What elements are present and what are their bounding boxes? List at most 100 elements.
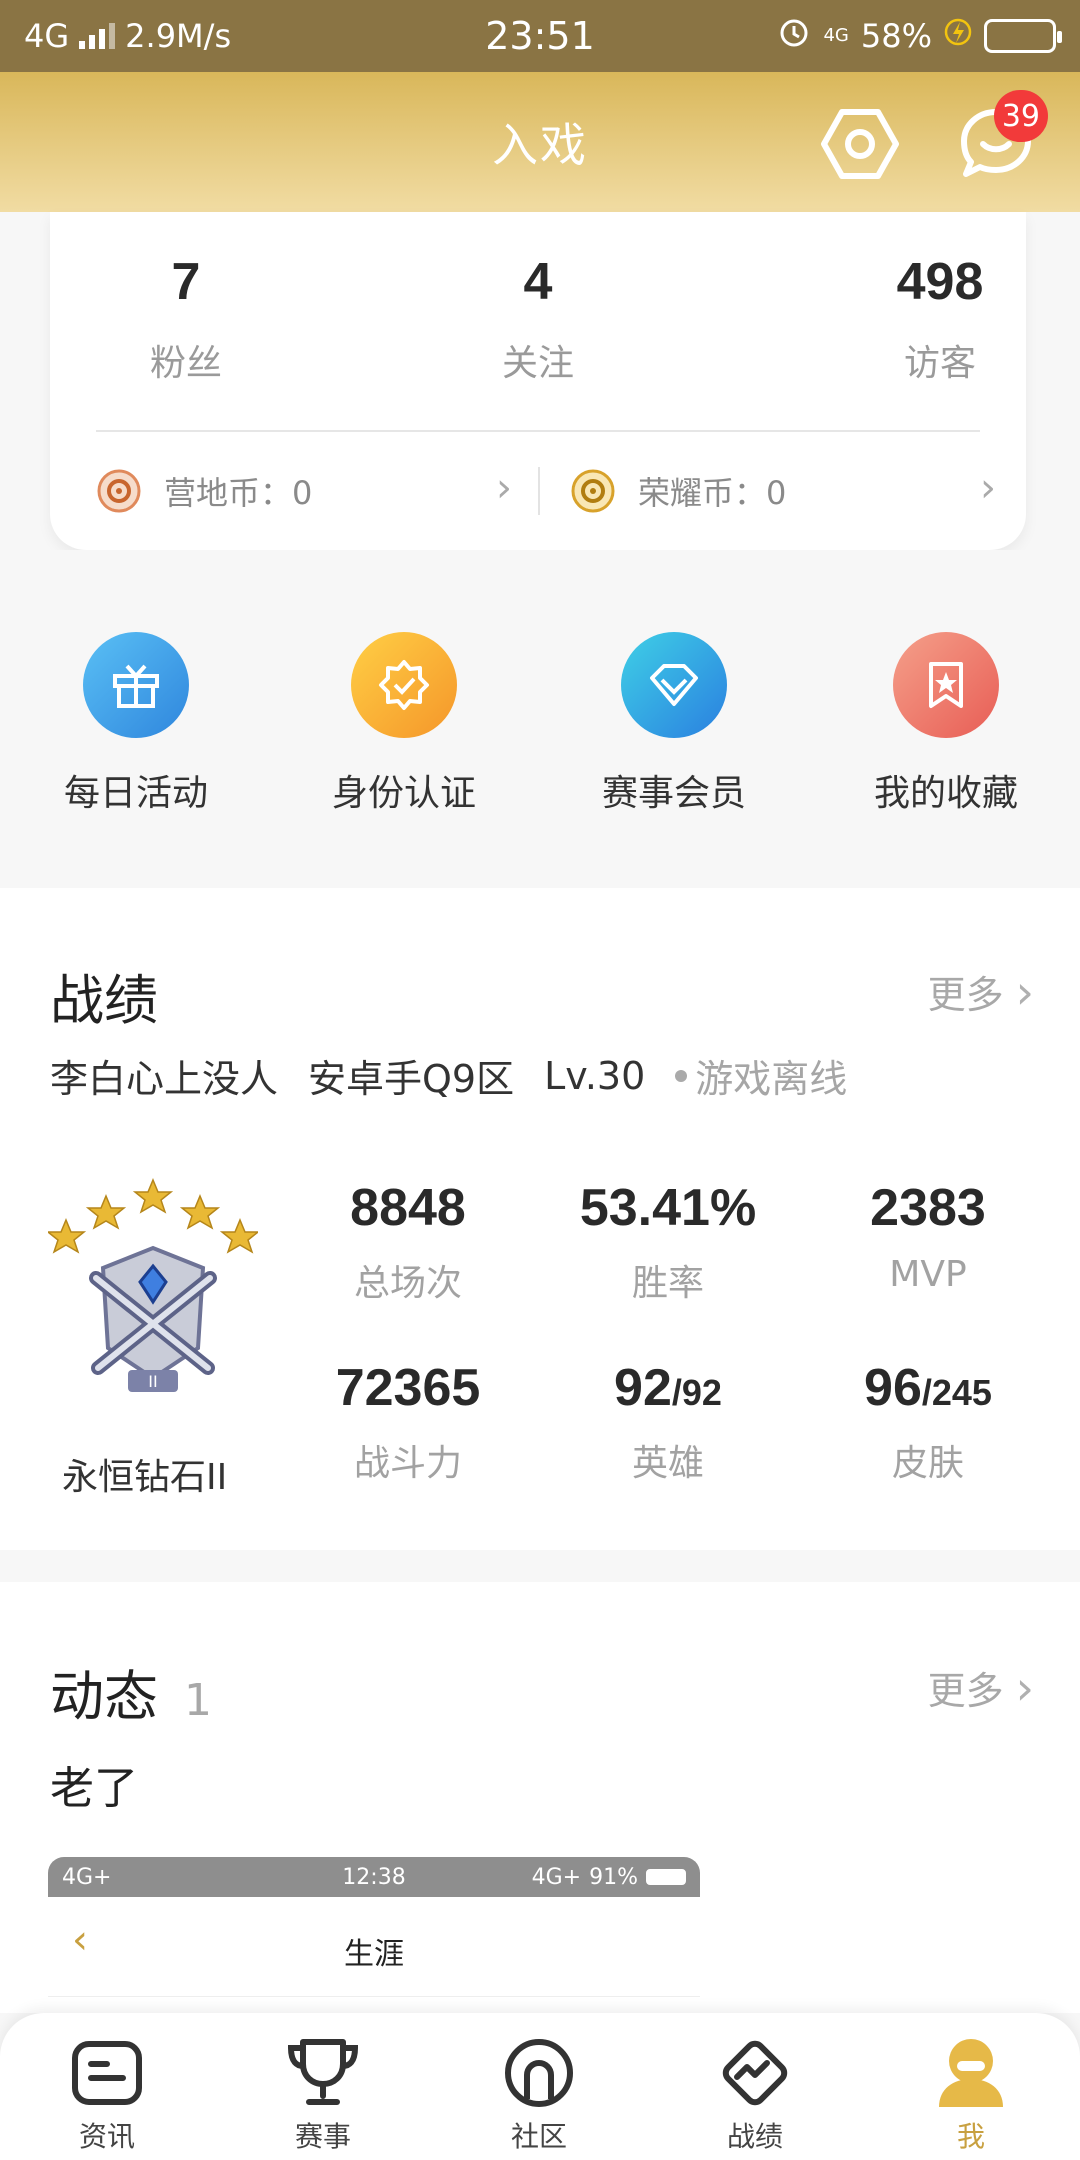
stat-skins[interactable]: 96/245 皮肤 bbox=[818, 1358, 1038, 1486]
tab-community[interactable]: 社区 bbox=[464, 2033, 614, 2155]
tab-label: 我 bbox=[956, 2120, 985, 2153]
quick-action-verify[interactable]: 身份认证 bbox=[304, 632, 504, 816]
post-image-thumbnail[interactable]: 4G+ 12:38 4G+ 91% ‹ 生涯 bbox=[48, 1857, 700, 1997]
visitors-stat[interactable]: 498 访客 bbox=[850, 252, 1030, 386]
stat-label: 胜率 bbox=[631, 1263, 704, 1304]
charging-icon bbox=[944, 17, 972, 55]
tab-label: 战绩 bbox=[726, 2120, 783, 2153]
stat-value: 2383 bbox=[870, 1179, 986, 1237]
record-section: 战绩 更多 › 李白心上没人 安卓手Q9区 Lv.30 游戏离线 II 永恒钻石… bbox=[0, 888, 1080, 1550]
player-info: 李白心上没人 安卓手Q9区 Lv.30 游戏离线 bbox=[50, 1048, 847, 1103]
chevron-right-icon: › bbox=[1015, 1660, 1034, 1715]
messages-button[interactable]: 39 bbox=[954, 90, 1048, 186]
profile-icon bbox=[896, 2033, 1046, 2113]
stat-label: 皮肤 bbox=[891, 1443, 964, 1484]
bookmark-star-icon bbox=[893, 632, 999, 738]
gift-icon bbox=[83, 632, 189, 738]
more-label: 更多 bbox=[927, 973, 1004, 1017]
chevron-right-icon: › bbox=[1015, 964, 1034, 1019]
feed-header: 动态 1 bbox=[50, 1652, 212, 1731]
offline-dot-icon bbox=[675, 1069, 688, 1082]
rank-stars bbox=[45, 1178, 261, 1254]
stat-mvp: 2383 MVP bbox=[818, 1178, 1038, 1295]
camp-coin-row[interactable]: 营地币：0 › bbox=[96, 465, 536, 515]
player-name: 李白心上没人 bbox=[50, 1057, 279, 1101]
verify-badge-icon bbox=[351, 632, 457, 738]
battery-percent: 58% bbox=[860, 17, 932, 55]
network-type-2: 4G bbox=[823, 25, 849, 46]
quick-action-daily[interactable]: 每日活动 bbox=[36, 632, 236, 816]
stat-total: /245 bbox=[921, 1372, 992, 1413]
tab-records[interactable]: 战绩 bbox=[680, 2033, 830, 2155]
visitors-label: 访客 bbox=[903, 343, 976, 384]
stat-total-matches: 8848 总场次 bbox=[298, 1178, 518, 1306]
alarm-icon bbox=[777, 15, 811, 57]
stat-value: 72365 bbox=[335, 1359, 481, 1417]
trophy-icon bbox=[248, 2033, 398, 2113]
following-count: 4 bbox=[523, 253, 553, 311]
visitors-count: 498 bbox=[896, 253, 984, 311]
following-stat[interactable]: 4 关注 bbox=[448, 252, 628, 386]
stat-value: 53.41% bbox=[579, 1179, 757, 1237]
diamond-rank-icon: II bbox=[45, 1178, 261, 1392]
camp-coin-icon bbox=[97, 469, 141, 513]
settings-button[interactable] bbox=[818, 102, 902, 186]
rank-name: 永恒钻石II bbox=[62, 1457, 228, 1498]
quick-action-label: 身份认证 bbox=[331, 773, 476, 814]
record-more-link[interactable]: 更多 › bbox=[928, 964, 1034, 1019]
stat-label: 战斗力 bbox=[353, 1443, 462, 1484]
profile-stats-card: 7 粉丝 4 关注 498 访客 营地币：0 › 荣耀币：0 › bbox=[50, 212, 1026, 550]
stat-total: /92 bbox=[671, 1372, 722, 1413]
tab-me[interactable]: 我 bbox=[896, 2033, 1046, 2155]
stat-heroes[interactable]: 92/92 英雄 bbox=[558, 1358, 778, 1486]
post-text[interactable]: 老了 bbox=[50, 1752, 138, 1816]
quick-actions: 每日活动 身份认证 赛事会员 我的收藏 bbox=[0, 550, 1080, 858]
tab-label: 社区 bbox=[510, 2120, 567, 2153]
feed-count: 1 bbox=[184, 1675, 212, 1726]
news-icon bbox=[32, 2033, 182, 2113]
tab-events[interactable]: 赛事 bbox=[248, 2033, 398, 2155]
tab-label: 赛事 bbox=[294, 2120, 351, 2153]
online-status: 游戏离线 bbox=[695, 1057, 848, 1101]
quick-action-label: 我的收藏 bbox=[873, 773, 1018, 814]
camp-coin-label: 营地币：0 bbox=[164, 474, 313, 512]
settings-hexagon-icon bbox=[821, 109, 899, 179]
honor-coin-icon bbox=[571, 469, 615, 513]
status-bar: 4G 2.9M/s 23:51 4G 58% bbox=[0, 0, 1080, 72]
quick-action-membership[interactable]: 赛事会员 bbox=[574, 632, 774, 816]
network-speed: 2.9M/s bbox=[125, 17, 232, 55]
quick-action-favorites[interactable]: 我的收藏 bbox=[846, 632, 1046, 816]
chevron-right-icon: › bbox=[980, 465, 996, 511]
stat-value: 92 bbox=[614, 1359, 672, 1417]
network-type: 4G bbox=[24, 17, 70, 55]
bottom-tab-bar: 资讯 赛事 社区 战绩 我 bbox=[0, 2013, 1080, 2160]
thumbnail-nav: ‹ 生涯 bbox=[48, 1897, 700, 1997]
svg-text:II: II bbox=[148, 1372, 157, 1391]
message-count-badge: 39 bbox=[993, 90, 1048, 142]
app-header: 入戏 39 bbox=[0, 72, 1080, 212]
thumb-title: 生涯 bbox=[344, 1937, 404, 1972]
community-icon bbox=[464, 2033, 614, 2113]
stat-value: 96 bbox=[864, 1359, 922, 1417]
fans-label: 粉丝 bbox=[149, 343, 222, 384]
battery-icon bbox=[984, 19, 1062, 53]
more-label: 更多 bbox=[927, 1669, 1004, 1713]
tab-news[interactable]: 资讯 bbox=[32, 2033, 182, 2155]
rank-emblem[interactable]: II bbox=[45, 1178, 261, 1418]
thumbnail-status-bar: 4G+ 12:38 4G+ 91% bbox=[48, 1857, 700, 1897]
feed-more-link[interactable]: 更多 › bbox=[928, 1660, 1034, 1715]
signal-icon bbox=[79, 23, 116, 49]
honor-coin-row[interactable]: 荣耀币：0 › bbox=[570, 465, 1010, 515]
player-level: Lv.30 bbox=[544, 1053, 646, 1098]
fans-stat[interactable]: 7 粉丝 bbox=[96, 252, 276, 386]
honor-coin-label: 荣耀币：0 bbox=[638, 474, 787, 512]
quick-action-label: 赛事会员 bbox=[601, 773, 746, 814]
stat-value: 8848 bbox=[350, 1179, 466, 1237]
thumb-time: 12:38 bbox=[342, 1864, 406, 1890]
section-title: 战绩 bbox=[50, 969, 158, 1032]
fans-count: 7 bbox=[171, 253, 201, 311]
quick-action-label: 每日活动 bbox=[63, 773, 208, 814]
tab-label: 资讯 bbox=[78, 2120, 135, 2153]
stat-power: 72365 战斗力 bbox=[298, 1358, 518, 1486]
section-title: 动态 bbox=[50, 1665, 158, 1728]
